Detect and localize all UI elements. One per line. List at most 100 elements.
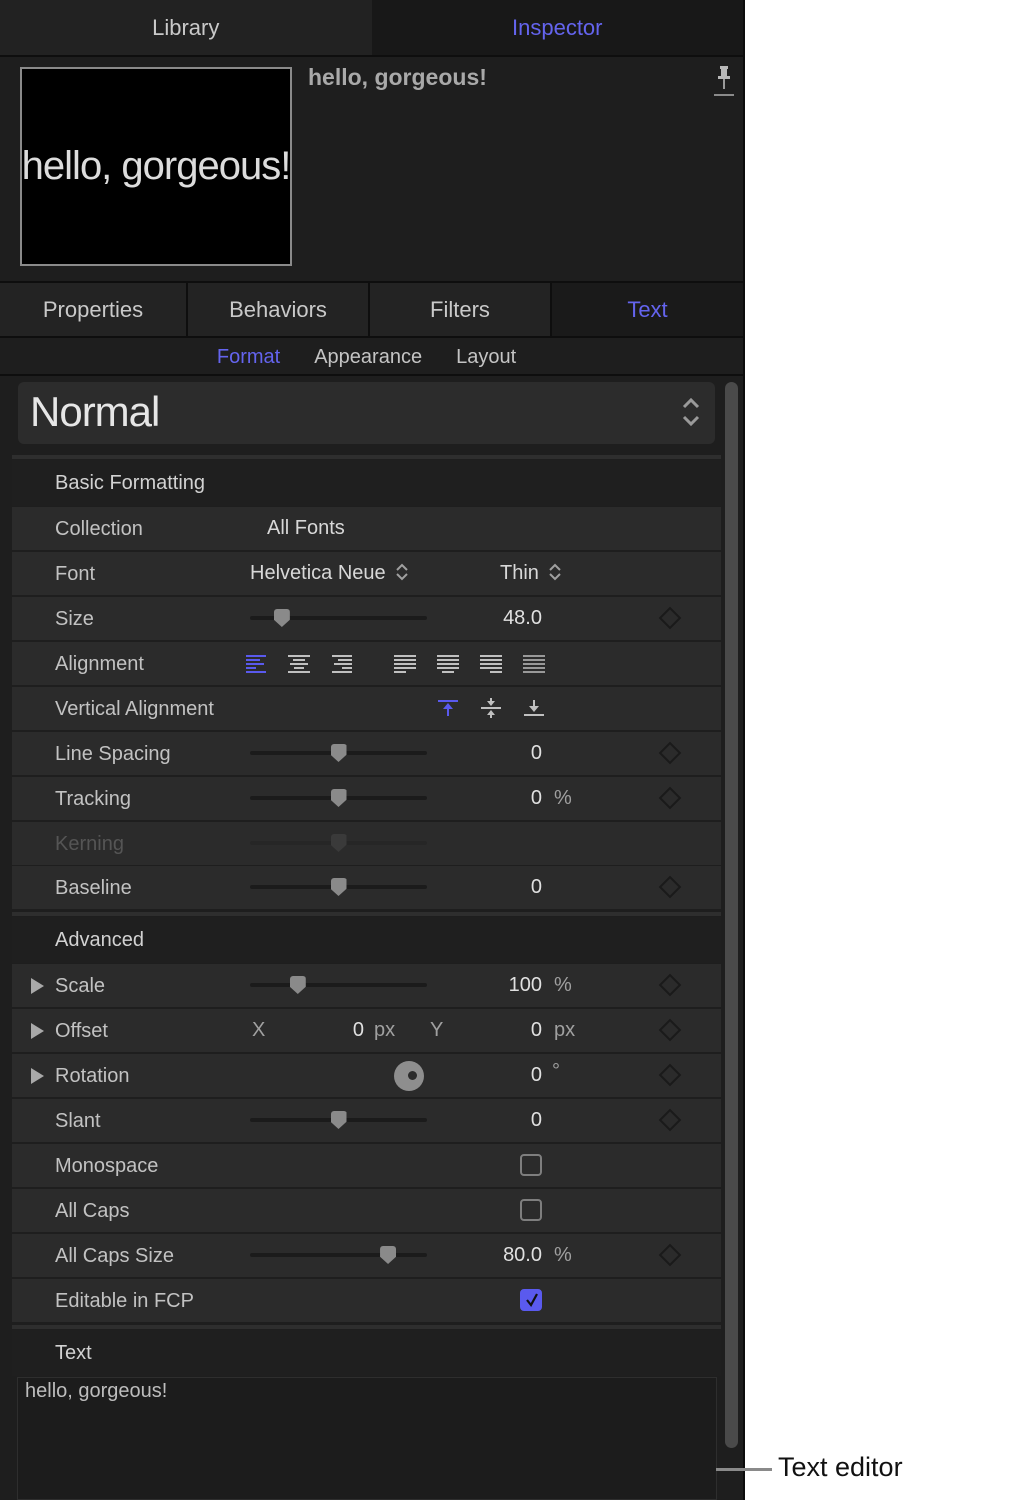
size-slider[interactable] bbox=[250, 609, 427, 627]
keyframe-diamond-icon[interactable] bbox=[658, 606, 682, 630]
slider-thumb[interactable] bbox=[330, 789, 347, 807]
row-slant: Slant 0 bbox=[12, 1099, 721, 1142]
keyframe-diamond-icon[interactable] bbox=[658, 973, 682, 997]
offset-y-unit: px bbox=[554, 1019, 576, 1041]
disclosure-triangle-icon[interactable] bbox=[31, 978, 44, 994]
row-tracking: Tracking 0 % bbox=[12, 777, 721, 820]
all-caps-size-slider[interactable] bbox=[250, 1246, 427, 1264]
scrollbar[interactable] bbox=[725, 382, 738, 1448]
section-title: Basic Formatting bbox=[55, 472, 206, 494]
tab-library[interactable]: Library bbox=[0, 0, 372, 55]
callout-line bbox=[716, 1468, 772, 1471]
slant-value[interactable]: 0 bbox=[472, 1109, 542, 1132]
baseline-value[interactable]: 0 bbox=[472, 876, 542, 899]
keyframe-diamond-icon[interactable] bbox=[658, 741, 682, 765]
disclosure-triangle-icon[interactable] bbox=[31, 1068, 44, 1084]
keyframe-diamond-icon[interactable] bbox=[658, 786, 682, 810]
kerning-slider bbox=[250, 834, 427, 852]
slider-thumb[interactable] bbox=[289, 976, 306, 994]
rotation-dial[interactable] bbox=[394, 1061, 424, 1091]
section-header-advanced[interactable]: Advanced bbox=[12, 917, 721, 963]
tab-behaviors[interactable]: Behaviors bbox=[188, 283, 370, 336]
align-center-icon[interactable] bbox=[287, 653, 311, 673]
keyframe-diamond-icon[interactable] bbox=[658, 1018, 682, 1042]
preview-text: hello, gorgeous! bbox=[21, 144, 291, 188]
slant-slider[interactable] bbox=[250, 1111, 427, 1129]
scale-unit: % bbox=[554, 974, 572, 996]
section-header-basic-formatting[interactable]: Basic Formatting bbox=[12, 460, 721, 506]
row-label: Editable in FCP bbox=[55, 1290, 194, 1312]
tab-filters[interactable]: Filters bbox=[370, 283, 552, 336]
justify-full-icon[interactable] bbox=[522, 653, 546, 673]
pane-tab-appearance[interactable]: Appearance bbox=[314, 346, 422, 369]
top-tab-bar: Library Inspector bbox=[0, 0, 743, 57]
justify-right-icon[interactable] bbox=[479, 653, 503, 673]
all-caps-size-value[interactable]: 80.0 bbox=[472, 1244, 542, 1267]
scale-slider[interactable] bbox=[250, 976, 427, 994]
row-label: Alignment bbox=[55, 653, 144, 675]
pane-tab-layout[interactable]: Layout bbox=[456, 346, 516, 369]
text-pane-tabs: Format Appearance Layout bbox=[0, 340, 743, 376]
keyframe-diamond-icon[interactable] bbox=[658, 1063, 682, 1087]
valign-top-icon[interactable] bbox=[436, 698, 460, 718]
section-header-text[interactable]: Text bbox=[12, 1330, 721, 1376]
align-left-icon[interactable] bbox=[244, 653, 268, 673]
row-label: All Caps bbox=[55, 1200, 130, 1222]
tracking-slider[interactable] bbox=[250, 789, 427, 807]
preset-value: Normal bbox=[30, 388, 160, 435]
valign-bottom-icon[interactable] bbox=[522, 698, 546, 718]
row-label: Kerning bbox=[55, 833, 124, 855]
keyframe-diamond-icon[interactable] bbox=[658, 875, 682, 899]
pushpin-icon[interactable] bbox=[713, 64, 735, 98]
baseline-slider[interactable] bbox=[250, 878, 427, 896]
tab-text[interactable]: Text bbox=[552, 283, 743, 336]
align-right-icon[interactable] bbox=[330, 653, 354, 673]
font-style-value: Thin bbox=[500, 562, 539, 584]
monospace-checkbox[interactable] bbox=[520, 1154, 542, 1176]
slider-thumb[interactable] bbox=[380, 1246, 397, 1264]
row-all-caps: All Caps bbox=[12, 1189, 721, 1232]
rotation-value[interactable]: 0 bbox=[472, 1064, 542, 1087]
row-scale: Scale 100 % bbox=[12, 964, 721, 1007]
tab-inspector[interactable]: Inspector bbox=[371, 0, 743, 55]
keyframe-diamond-icon[interactable] bbox=[658, 1243, 682, 1267]
line-spacing-value[interactable]: 0 bbox=[472, 742, 542, 765]
slider-thumb[interactable] bbox=[330, 744, 347, 762]
section-title: Advanced bbox=[55, 929, 144, 951]
tracking-value[interactable]: 0 bbox=[472, 787, 542, 810]
editable-in-fcp-checkbox[interactable] bbox=[520, 1289, 542, 1311]
row-label: Rotation bbox=[55, 1065, 130, 1087]
valign-middle-icon[interactable] bbox=[479, 698, 503, 718]
row-all-caps-size: All Caps Size 80.0 % bbox=[12, 1234, 721, 1277]
justify-center-icon[interactable] bbox=[436, 653, 460, 673]
row-font: Font Helvetica Neue Thin bbox=[12, 552, 721, 595]
font-style-popup[interactable]: Thin bbox=[500, 562, 562, 585]
pane-tab-format[interactable]: Format bbox=[217, 346, 280, 369]
chevron-up-down-icon bbox=[549, 563, 562, 581]
all-caps-checkbox[interactable] bbox=[520, 1199, 542, 1221]
scale-value[interactable]: 100 bbox=[472, 974, 542, 997]
slider-thumb[interactable] bbox=[273, 609, 290, 627]
size-value[interactable]: 48.0 bbox=[472, 607, 542, 630]
row-label: All Caps Size bbox=[55, 1245, 174, 1267]
line-spacing-slider[interactable] bbox=[250, 744, 427, 762]
tab-properties[interactable]: Properties bbox=[0, 283, 188, 336]
offset-x-value[interactable]: 0 bbox=[294, 1019, 364, 1042]
offset-y-value[interactable]: 0 bbox=[472, 1019, 542, 1042]
offset-x-label: X bbox=[252, 1019, 266, 1041]
slider-thumb[interactable] bbox=[330, 1111, 347, 1129]
row-collection: Collection All Fonts bbox=[12, 507, 721, 550]
row-label: Offset bbox=[55, 1020, 108, 1042]
font-family-popup[interactable]: Helvetica Neue bbox=[250, 562, 409, 585]
text-editor[interactable]: hello, gorgeous! bbox=[17, 1377, 717, 1500]
keyframe-diamond-icon[interactable] bbox=[658, 1108, 682, 1132]
disclosure-triangle-icon[interactable] bbox=[31, 1023, 44, 1039]
style-preset-dropdown[interactable]: Normal bbox=[18, 382, 715, 444]
row-rotation: Rotation 0 ° bbox=[12, 1054, 721, 1097]
slider-thumb[interactable] bbox=[330, 878, 347, 896]
inspector-panel: Library Inspector hello, gorgeous! hello… bbox=[0, 0, 745, 1500]
row-label: Slant bbox=[55, 1110, 101, 1132]
callout-label: Text editor bbox=[778, 1452, 903, 1482]
justify-left-icon[interactable] bbox=[393, 653, 417, 673]
collection-popup[interactable]: All Fonts bbox=[267, 517, 345, 540]
